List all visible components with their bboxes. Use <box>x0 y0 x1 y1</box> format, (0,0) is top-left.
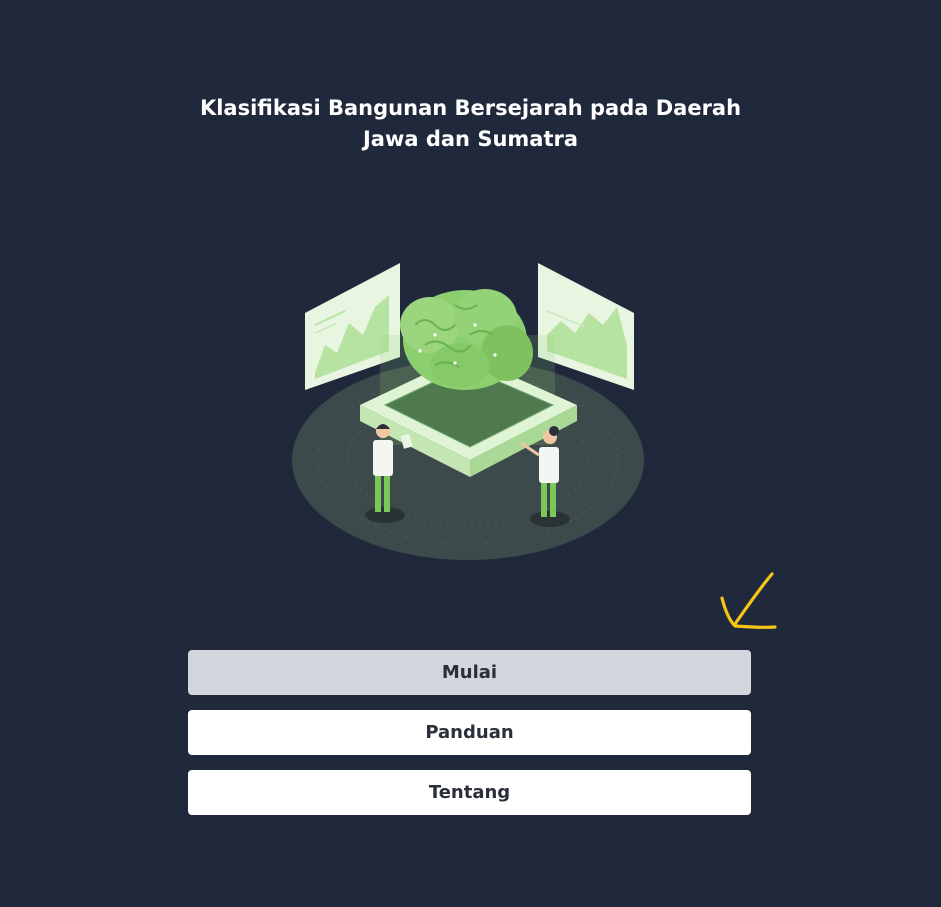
title-line-2: Jawa dan Sumatra <box>362 127 579 151</box>
start-button[interactable]: Mulai <box>188 650 751 695</box>
about-button[interactable]: Tentang <box>188 770 751 815</box>
ai-brain-research-illustration <box>292 263 644 560</box>
page-title: Klasifikasi Bangunan Bersejarah pada Dae… <box>0 93 941 155</box>
arrow-down-left-icon <box>720 572 777 630</box>
title-line-1: Klasifikasi Bangunan Bersejarah pada Dae… <box>199 96 742 120</box>
guide-button[interactable]: Panduan <box>188 710 751 755</box>
